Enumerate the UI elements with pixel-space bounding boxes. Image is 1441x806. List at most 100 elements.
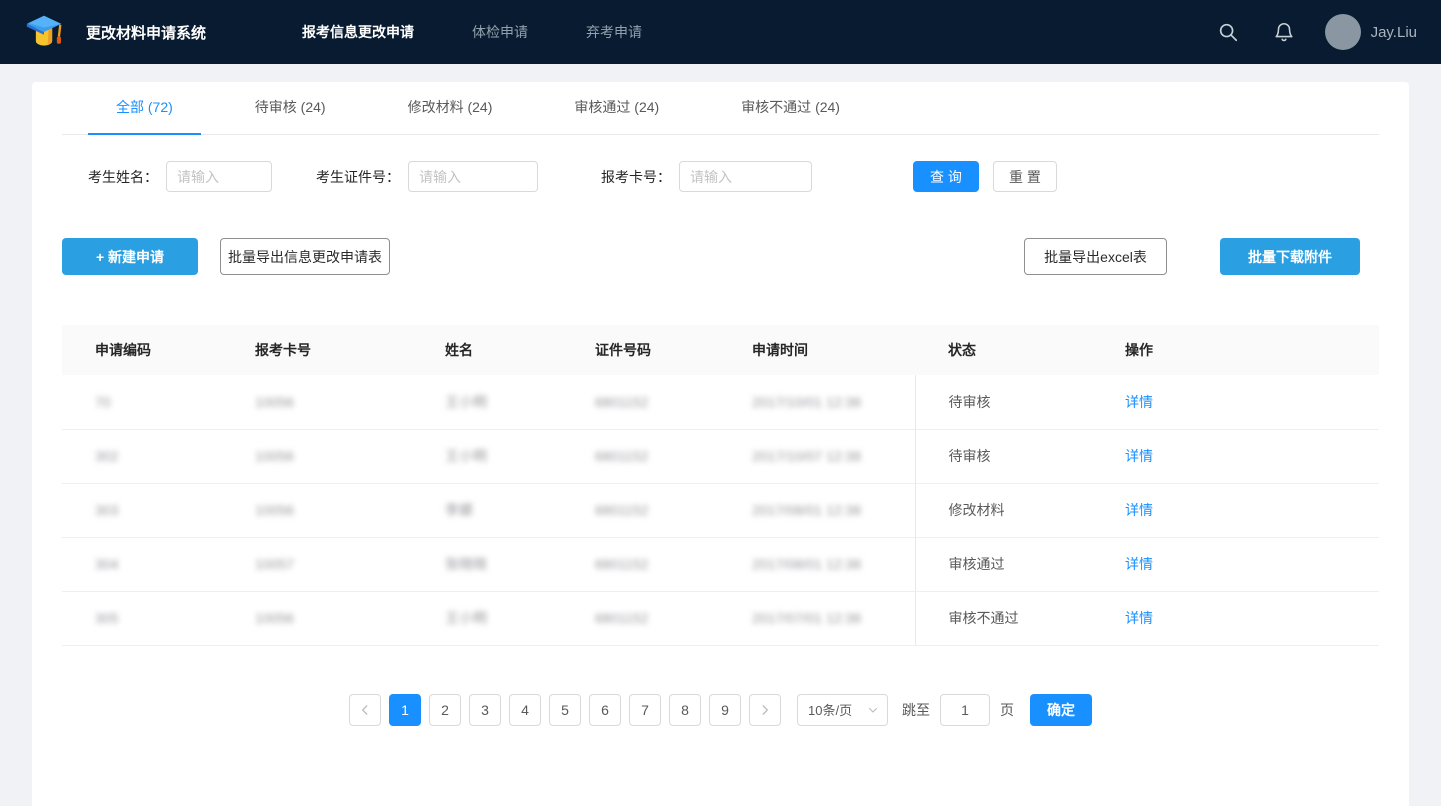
pagination: 1 2 3 4 5 6 7 8 9 10条/页 跳至 页 确定 xyxy=(62,694,1379,726)
filter-form: 考生姓名： 考生证件号： 报考卡号： 查 询 重 置 xyxy=(62,135,1379,192)
cell-status: 审核通过 xyxy=(915,537,1092,591)
table-header-row: 申请编码 报考卡号 姓名 证件号码 申请时间 状态 操作 xyxy=(62,325,1379,375)
header-id-number: 证件号码 xyxy=(562,325,719,375)
candidate-name-input[interactable] xyxy=(166,161,272,192)
table-row: 303 10056 李娜 6801152 2017/08/01 12:38 修改… xyxy=(62,483,1379,537)
search-icon[interactable] xyxy=(1217,21,1239,43)
page-button-8[interactable]: 8 xyxy=(669,694,701,726)
table-row: 70 10056 王小明 6801152 2017/10/01 12:38 待审… xyxy=(62,375,1379,429)
header-application-code: 申请编码 xyxy=(62,325,222,375)
page-button-6[interactable]: 6 xyxy=(589,694,621,726)
page-button-9[interactable]: 9 xyxy=(709,694,741,726)
page-size-value: 10条/页 xyxy=(808,700,852,719)
cell-code: 305 xyxy=(62,591,222,645)
cell-card: 10056 xyxy=(222,429,412,483)
tab-pending-review[interactable]: 待审核 (24) xyxy=(227,82,354,134)
candidate-id-input[interactable] xyxy=(408,161,538,192)
jump-page-input[interactable] xyxy=(940,694,990,726)
jump-to-label: 跳至 xyxy=(902,700,930,720)
table-row: 305 10056 王小明 6801152 2017/07/01 12:38 审… xyxy=(62,591,1379,645)
cell-id-no: 6801152 xyxy=(562,483,719,537)
candidate-id-label: 考生证件号： xyxy=(316,167,400,187)
page-button-2[interactable]: 2 xyxy=(429,694,461,726)
cell-time: 2017/10/07 12:38 xyxy=(719,429,915,483)
status-tabs: 全部 (72) 待审核 (24) 修改材料 (24) 审核通过 (24) 审核不… xyxy=(62,82,1379,135)
content-card: 全部 (72) 待审核 (24) 修改材料 (24) 审核通过 (24) 审核不… xyxy=(32,82,1409,806)
exam-card-input[interactable] xyxy=(679,161,812,192)
nav-item-abandon-exam[interactable]: 弃考申请 xyxy=(586,22,642,42)
batch-download-attachments-button[interactable]: 批量下载附件 xyxy=(1220,238,1360,275)
navbar-right: Jay.Liu xyxy=(1183,14,1417,50)
top-navbar: 更改材料申请系统 报考信息更改申请 体检申请 弃考申请 Jay.Liu xyxy=(0,0,1441,64)
nav-item-physical-exam[interactable]: 体检申请 xyxy=(472,22,528,42)
app-title: 更改材料申请系统 xyxy=(86,22,206,43)
cell-time: 2017/08/01 12:38 xyxy=(719,483,915,537)
header-name: 姓名 xyxy=(412,325,562,375)
page-size-select[interactable]: 10条/页 xyxy=(797,694,888,726)
cell-status: 待审核 xyxy=(915,375,1092,429)
cell-name: 王小明 xyxy=(412,375,562,429)
detail-link[interactable]: 详情 xyxy=(1125,394,1153,410)
tab-approved[interactable]: 审核通过 (24) xyxy=(546,82,687,134)
cell-card: 10056 xyxy=(222,591,412,645)
exam-card-label: 报考卡号： xyxy=(601,167,671,187)
batch-export-forms-button[interactable]: 批量导出信息更改申请表 xyxy=(220,238,390,275)
cell-time: 2017/10/01 12:38 xyxy=(719,375,915,429)
reset-button[interactable]: 重 置 xyxy=(993,161,1057,192)
page-button-7[interactable]: 7 xyxy=(629,694,661,726)
user-name: Jay.Liu xyxy=(1371,24,1417,41)
nav-item-report-info-change[interactable]: 报考信息更改申请 xyxy=(302,22,414,42)
cell-status: 待审核 xyxy=(915,429,1092,483)
candidate-name-label: 考生姓名： xyxy=(88,167,158,187)
batch-export-excel-button[interactable]: 批量导出excel表 xyxy=(1024,238,1167,275)
cell-id-no: 6801152 xyxy=(562,429,719,483)
cell-code: 304 xyxy=(62,537,222,591)
tab-rejected[interactable]: 审核不通过 (24) xyxy=(713,82,868,134)
header-exam-card-no: 报考卡号 xyxy=(222,325,412,375)
cell-id-no: 6801152 xyxy=(562,375,719,429)
graduation-cap-logo xyxy=(24,13,64,51)
detail-link[interactable]: 详情 xyxy=(1125,502,1153,518)
cell-time: 2017/08/01 12:38 xyxy=(719,537,915,591)
cell-id-no: 6801152 xyxy=(562,537,719,591)
action-toolbar: + 新建申请 批量导出信息更改申请表 批量导出excel表 批量下载附件 xyxy=(62,238,1379,275)
new-application-button[interactable]: + 新建申请 xyxy=(62,238,198,275)
cell-code: 70 xyxy=(62,375,222,429)
page-button-5[interactable]: 5 xyxy=(549,694,581,726)
cell-name: 王小明 xyxy=(412,429,562,483)
page-unit-label: 页 xyxy=(1000,700,1014,720)
cell-time: 2017/07/01 12:38 xyxy=(719,591,915,645)
applications-table: 申请编码 报考卡号 姓名 证件号码 申请时间 状态 操作 70 10056 王小… xyxy=(62,325,1379,646)
confirm-jump-button[interactable]: 确定 xyxy=(1030,694,1092,726)
page-button-3[interactable]: 3 xyxy=(469,694,501,726)
tab-all[interactable]: 全部 (72) xyxy=(88,82,201,134)
prev-page-button[interactable] xyxy=(349,694,381,726)
page-button-1[interactable]: 1 xyxy=(389,694,421,726)
detail-link[interactable]: 详情 xyxy=(1125,448,1153,464)
header-apply-time: 申请时间 xyxy=(719,325,915,375)
cell-card: 10056 xyxy=(222,375,412,429)
chevron-down-icon xyxy=(867,704,879,716)
cell-status: 修改材料 xyxy=(915,483,1092,537)
search-button[interactable]: 查 询 xyxy=(913,161,979,192)
user-avatar[interactable] xyxy=(1325,14,1361,50)
cell-card: 10056 xyxy=(222,483,412,537)
tab-modify-material[interactable]: 修改材料 (24) xyxy=(380,82,521,134)
detail-link[interactable]: 详情 xyxy=(1125,610,1153,626)
cell-name: 王小明 xyxy=(412,591,562,645)
cell-card: 10057 xyxy=(222,537,412,591)
next-page-button[interactable] xyxy=(749,694,781,726)
cell-status: 审核不通过 xyxy=(915,591,1092,645)
detail-link[interactable]: 详情 xyxy=(1125,556,1153,572)
header-operation: 操作 xyxy=(1092,325,1379,375)
table-row: 304 10057 张晓晓 6801152 2017/08/01 12:38 审… xyxy=(62,537,1379,591)
cell-name: 李娜 xyxy=(412,483,562,537)
cell-id-no: 6801152 xyxy=(562,591,719,645)
cell-code: 303 xyxy=(62,483,222,537)
table-row: 302 10056 王小明 6801152 2017/10/07 12:38 待… xyxy=(62,429,1379,483)
header-status: 状态 xyxy=(915,325,1092,375)
page-button-4[interactable]: 4 xyxy=(509,694,541,726)
cell-name: 张晓晓 xyxy=(412,537,562,591)
notification-bell-icon[interactable] xyxy=(1273,21,1295,43)
cell-code: 302 xyxy=(62,429,222,483)
